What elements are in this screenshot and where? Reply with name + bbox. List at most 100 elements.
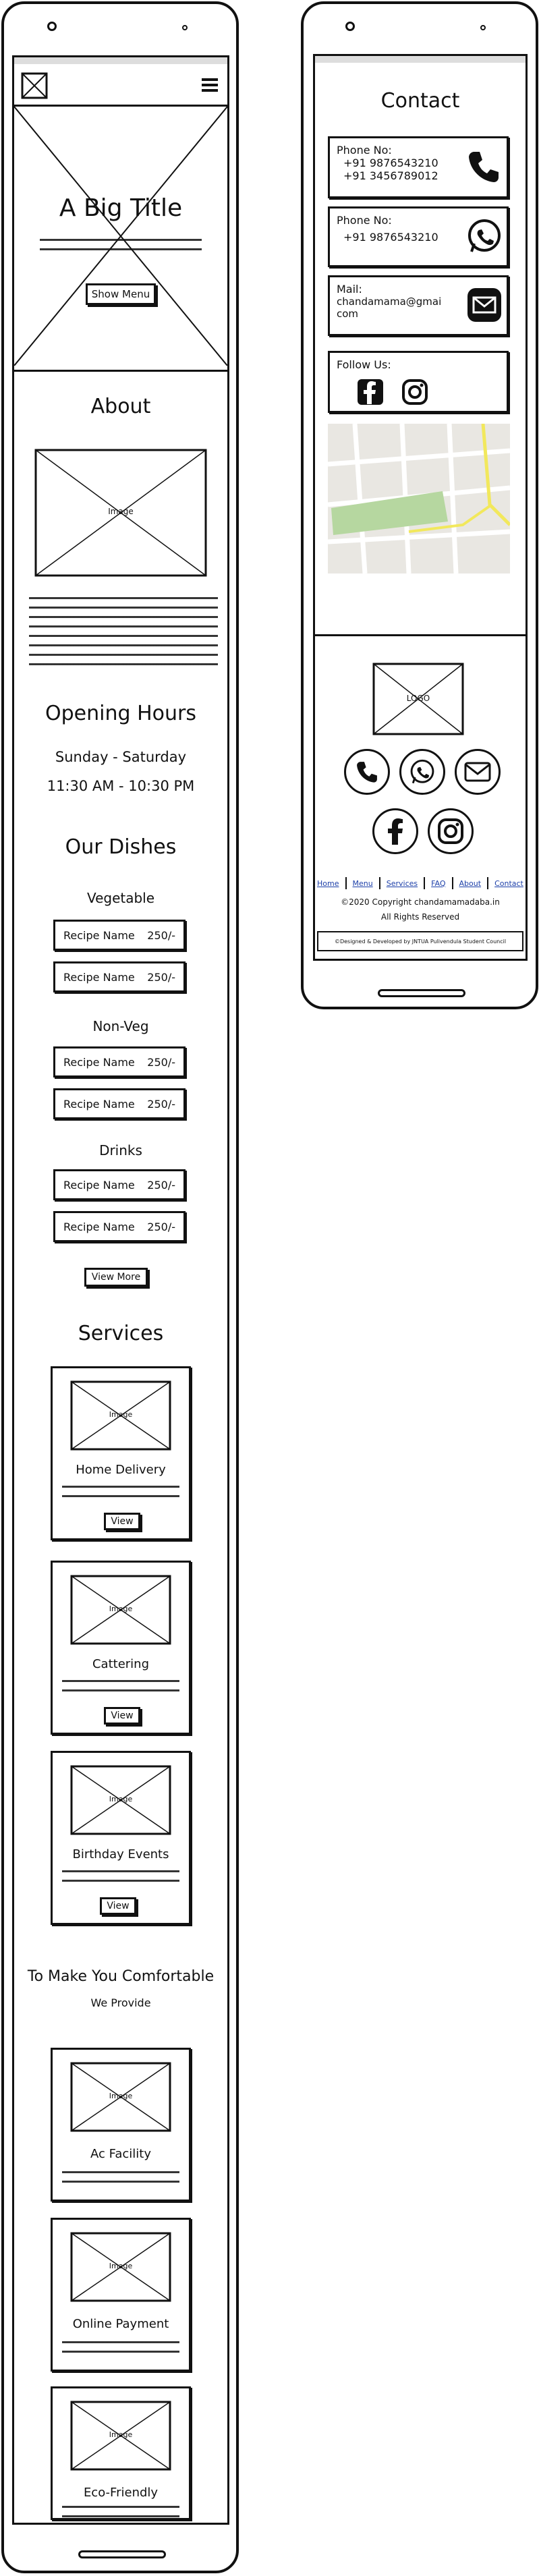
card-text	[62, 2341, 179, 2360]
recipe-name: Recipe Name	[63, 1178, 135, 1192]
hero-section: A Big Title Show Menu	[14, 105, 227, 372]
status-bar	[315, 56, 526, 63]
footer-logo[interactable]: LOGO	[372, 663, 464, 735]
card-image: Image	[70, 2062, 171, 2132]
service-card: Image Birthday Events View	[51, 1751, 191, 1925]
card-text	[62, 1870, 179, 1889]
follow-card: Follow Us:	[328, 351, 509, 413]
footer-link-contact[interactable]: Contact	[494, 879, 523, 888]
show-menu-button[interactable]: Show Menu	[86, 283, 156, 305]
copyright-text: ©2020 Copyright chandamamadaba.in	[341, 897, 500, 907]
view-more-button[interactable]: View More	[84, 1268, 148, 1287]
card-text	[62, 1486, 179, 1505]
about-image-label: Image	[108, 507, 134, 516]
mail-card[interactable]: Mail: chandamama@gmai com	[328, 275, 509, 336]
home-bar	[378, 989, 465, 997]
status-bar	[14, 57, 227, 64]
speaker-dot	[182, 25, 188, 30]
services-heading: Services	[78, 1322, 164, 1345]
hours-heading: Opening Hours	[45, 702, 196, 725]
feature-card: Image Eco-Friendly	[51, 2386, 191, 2520]
recipe-item[interactable]: Recipe Name 250/-	[53, 1211, 186, 1242]
footer-instagram-icon[interactable]	[428, 808, 474, 854]
footer-link-home[interactable]: Home	[317, 879, 339, 888]
whatsapp-icon	[465, 217, 504, 256]
logo-placeholder-icon[interactable]	[21, 72, 48, 99]
whatsapp-card[interactable]: Phone No: +91 9876543210	[328, 206, 509, 267]
feature-card: Image Online Payment	[51, 2218, 191, 2372]
footer-link-menu[interactable]: Menu	[353, 879, 373, 888]
recipe-item[interactable]: Recipe Name 250/-	[53, 961, 186, 992]
about-heading: About	[90, 395, 151, 418]
hero-title: A Big Title	[59, 194, 183, 222]
dishes-heading: Our Dishes	[65, 835, 177, 859]
footer-link-services[interactable]: Services	[387, 879, 418, 888]
card-title: Online Payment	[72, 2317, 169, 2331]
service-card: Image Home Delivery View	[51, 1366, 191, 1540]
front-camera	[47, 22, 57, 31]
map-embed[interactable]	[328, 424, 510, 573]
comfort-subheading: We Provide	[90, 1996, 151, 2009]
facebook-icon[interactable]	[357, 379, 384, 405]
card-image-label: Image	[109, 1410, 133, 1419]
logo-label: LOGO	[406, 694, 430, 703]
view-button[interactable]: View	[104, 1513, 140, 1530]
about-image: Image	[34, 449, 207, 577]
card-title: Cattering	[92, 1657, 150, 1671]
recipe-name: Recipe Name	[63, 1055, 135, 1069]
link-separator	[345, 877, 347, 889]
footer-phone-icon[interactable]	[344, 749, 390, 795]
hours-time: 11:30 AM - 10:30 PM	[47, 778, 195, 794]
hours-days: Sunday - Saturday	[55, 749, 187, 765]
feature-card: Image Ac Facility	[51, 2048, 191, 2202]
card-text	[62, 1680, 179, 1699]
view-button[interactable]: View	[104, 1707, 140, 1725]
recipe-name: Recipe Name	[63, 928, 135, 942]
card-image-label: Image	[109, 2262, 133, 2270]
footer-whatsapp-icon[interactable]	[399, 749, 445, 795]
recipe-item[interactable]: Recipe Name 250/-	[53, 920, 186, 951]
recipe-price: 250/-	[147, 928, 175, 942]
card-image-label: Image	[109, 2430, 133, 2439]
recipe-name: Recipe Name	[63, 1097, 135, 1111]
link-separator	[487, 877, 489, 889]
card-image: Image	[70, 2232, 171, 2302]
card-image-label: Image	[109, 2092, 133, 2100]
recipe-item[interactable]: Recipe Name 250/-	[53, 1169, 186, 1200]
follow-label: Follow Us:	[337, 358, 391, 371]
footer-mail-icon[interactable]	[455, 749, 501, 795]
hamburger-icon[interactable]	[200, 75, 220, 95]
recipe-name: Recipe Name	[63, 970, 135, 984]
card-image: Image	[70, 1765, 171, 1835]
card-title: Birthday Events	[72, 1847, 169, 1861]
group-vegetable-title: Vegetable	[86, 890, 155, 906]
footer-links: Home Menu Services FAQ About Contact	[317, 877, 523, 889]
recipe-price: 250/-	[147, 970, 175, 984]
card-text	[62, 2506, 179, 2519]
footer-divider	[315, 634, 526, 636]
group-drinks-title: Drinks	[99, 1142, 142, 1158]
comfort-heading: To Make You Comfortable	[27, 1968, 215, 1985]
recipe-price: 250/-	[147, 1097, 175, 1111]
speaker-dot	[480, 25, 486, 30]
recipe-price: 250/-	[147, 1220, 175, 1233]
home-bar	[78, 2550, 166, 2558]
view-button[interactable]: View	[100, 1897, 136, 1915]
recipe-item[interactable]: Recipe Name 250/-	[53, 1088, 186, 1119]
card-image-label: Image	[109, 1795, 133, 1803]
card-text	[62, 2171, 179, 2190]
link-separator	[424, 877, 426, 889]
card-title: Eco-Friendly	[83, 2486, 159, 2500]
phone-card[interactable]: Phone No: +91 9876543210 +91 3456789012	[328, 136, 509, 198]
instagram-icon[interactable]	[401, 379, 428, 405]
link-separator	[378, 877, 380, 889]
card-image-label: Image	[109, 1604, 133, 1613]
footer-link-about[interactable]: About	[459, 879, 482, 888]
credit-bar: ©Designed & Developed by JNTUA Pulivendu…	[317, 931, 523, 951]
front-camera	[345, 22, 355, 31]
rights-text: All Rights Reserved	[380, 912, 460, 922]
footer-link-faq[interactable]: FAQ	[431, 879, 445, 888]
hero-text	[40, 239, 202, 258]
footer-facebook-icon[interactable]	[372, 808, 418, 854]
recipe-item[interactable]: Recipe Name 250/-	[53, 1046, 186, 1077]
